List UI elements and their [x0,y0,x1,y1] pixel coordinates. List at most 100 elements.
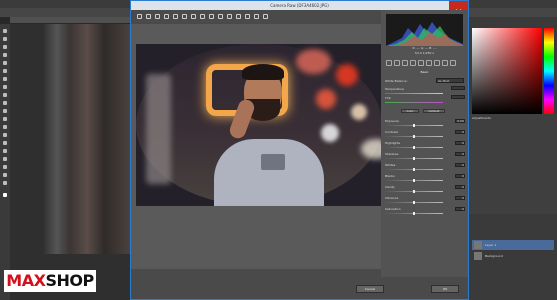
tint-value[interactable] [451,95,465,99]
graduated-filter-icon[interactable] [236,14,241,19]
targeted-adjustment-icon[interactable] [173,14,178,19]
gradient-tool-icon[interactable] [2,116,8,122]
whites-slider-thumb[interactable] [413,168,415,171]
hand-tool-icon[interactable] [2,172,8,178]
bokeh-light [336,64,358,86]
default-button[interactable]: Default [423,109,445,113]
dialog-footer: Cancel OK [131,277,468,299]
cancel-button[interactable]: Cancel [356,285,384,293]
type-tool-icon[interactable] [2,148,8,154]
clarity-label: Clarity [385,185,395,189]
white-balance-select[interactable]: As Shot [436,78,464,83]
hsl-tab-icon[interactable] [410,60,416,66]
vibrance-value[interactable]: 0 [455,196,465,200]
tone-curve-tab-icon[interactable] [394,60,400,66]
shape-tool-icon[interactable] [2,164,8,170]
exposure-slider-thumb[interactable] [413,124,415,127]
spot-removal-icon[interactable] [209,14,214,19]
tint-slider[interactable] [385,102,443,103]
presets-tab-icon[interactable] [450,60,456,66]
blacks-label: Blacks [385,174,395,178]
clarity-value[interactable]: 0 [455,185,465,189]
marquee-tool-icon[interactable] [2,36,8,42]
document-tab[interactable]: DF3A4602.JPG @ 16.7% (Layer 1, RGB/8*) [10,17,130,33]
adjustment-brush-icon[interactable] [227,14,232,19]
lasso-tool-icon[interactable] [2,44,8,50]
preview-photo[interactable] [136,44,382,206]
highlights-value[interactable]: 0 [455,141,465,145]
healing-tool-icon[interactable] [2,76,8,82]
temperature-slider[interactable] [385,93,443,94]
radial-filter-icon[interactable] [245,14,250,19]
bokeh-light [321,124,339,142]
straighten-icon[interactable] [191,14,196,19]
ok-button[interactable]: OK [431,285,459,293]
rotate-icon[interactable] [263,14,268,19]
highlights-slider-thumb[interactable] [413,146,415,149]
foreground-color-swatch[interactable] [2,192,8,198]
vibrance-slider-thumb[interactable] [413,201,415,204]
close-button[interactable] [449,1,468,14]
effects-tab-icon[interactable] [434,60,440,66]
logo-part-max: MAX [6,271,46,290]
brush-tool-icon[interactable] [2,84,8,90]
calibration-tab-icon[interactable] [442,60,448,66]
whites-value[interactable]: 0 [455,163,465,167]
person-hoodie [214,139,324,206]
exposure-value[interactable]: 0.00 [455,119,465,123]
red-eye-icon[interactable] [218,14,223,19]
lens-tab-icon[interactable] [426,60,432,66]
exposure-label: Exposure [385,119,399,123]
auto-button[interactable]: Auto [401,109,419,113]
histogram [386,14,463,46]
eyedropper-tool-icon[interactable] [2,68,8,74]
contrast-slider-thumb[interactable] [413,135,415,138]
hand-icon[interactable] [146,14,151,19]
layer-name: Background [485,254,503,258]
adjustments-panel: R: --- G: --- B: --- f/2.0 1/250 s Basic… [381,10,468,277]
zoom-tool-icon[interactable] [2,180,8,186]
exposure-info: f/2.0 1/250 s [415,51,434,55]
saturation-slider-thumb[interactable] [413,212,415,215]
preferences-icon[interactable] [254,14,259,19]
blacks-value[interactable]: 0 [455,174,465,178]
shadows-slider-thumb[interactable] [413,157,415,160]
eraser-tool-icon[interactable] [2,108,8,114]
pen-tool-icon[interactable] [2,140,8,146]
contrast-value[interactable]: 0 [455,130,465,134]
hue-slider[interactable] [544,28,554,114]
contrast-label: Contrast [385,130,398,134]
history-brush-icon[interactable] [2,100,8,106]
layer-row[interactable]: Layer 1 [472,240,554,250]
panel-tabs [386,60,463,67]
split-toning-tab-icon[interactable] [418,60,424,66]
detail-tab-icon[interactable] [402,60,408,66]
bokeh-light [351,104,367,120]
path-select-tool-icon[interactable] [2,156,8,162]
crop-tool-icon[interactable] [2,60,8,66]
crop-icon[interactable] [182,14,187,19]
clarity-slider-thumb[interactable] [413,190,415,193]
temperature-label: Temperature [385,87,405,91]
zoom-bar: 12.5% [131,269,381,285]
layer-row[interactable]: Background [472,251,554,261]
adjustments-panel-ps: Adjustments [469,114,557,214]
quick-select-tool-icon[interactable] [2,52,8,58]
move-tool-icon[interactable] [2,28,8,34]
white-balance-icon[interactable] [155,14,160,19]
stamp-tool-icon[interactable] [2,92,8,98]
transform-icon[interactable] [200,14,205,19]
shadows-value[interactable]: 0 [455,152,465,156]
basic-tab-icon[interactable] [386,60,392,66]
saturation-value[interactable]: 0 [455,207,465,211]
blacks-slider-thumb[interactable] [413,179,415,182]
hoodie-print [261,154,285,170]
dodge-tool-icon[interactable] [2,132,8,138]
zoom-icon[interactable] [137,14,142,19]
layer-thumbnail [474,241,482,249]
temperature-value[interactable] [451,86,465,90]
dialog-title: Camera Raw (DF3A4602.JPG) [131,1,468,10]
color-sampler-icon[interactable] [164,14,169,19]
blur-tool-icon[interactable] [2,124,8,130]
color-picker-field[interactable] [472,28,542,114]
